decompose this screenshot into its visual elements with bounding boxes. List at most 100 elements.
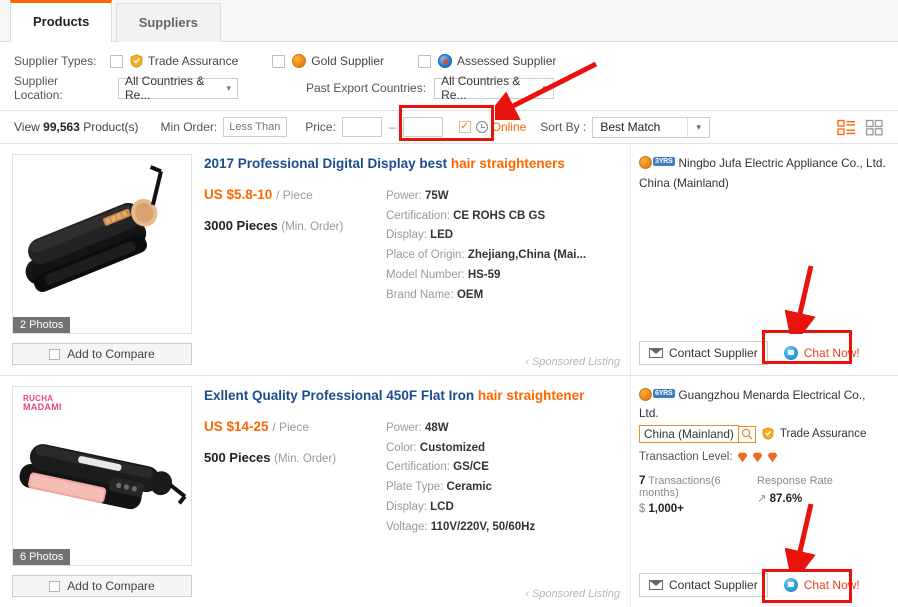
supplier-action-buttons: Contact Supplier Chat Now! xyxy=(639,573,869,597)
trade-assurance-checkbox[interactable] xyxy=(110,54,123,68)
supplier-location-value: All Countries & Re... xyxy=(125,74,205,102)
attr-value: 110V/220V, 50/60Hz xyxy=(430,520,536,533)
gold-supplier-icon xyxy=(292,54,307,68)
gold-supplier-checkbox[interactable] xyxy=(272,54,286,68)
min-order-input[interactable] xyxy=(223,117,288,137)
attr-value: Customized xyxy=(419,441,486,454)
trade-assurance-label: Trade Assurance xyxy=(148,54,239,68)
supplier-types-row: Supplier Types: Trade Assurance Gold Sup… xyxy=(14,50,884,72)
price-min-input[interactable] xyxy=(341,117,382,137)
attr-row: Model Number: HS-59 xyxy=(386,266,616,286)
moq-value: 3000 Pieces xyxy=(204,217,278,233)
assessed-supplier-label: Assessed Supplier xyxy=(457,54,557,68)
chat-now-button[interactable]: Chat Now! xyxy=(774,573,869,597)
add-to-compare-label: Add to Compare xyxy=(67,347,155,361)
product-title-main: 2017 Professional Digital Display best xyxy=(204,156,451,171)
supplier-location: China (Mainland) xyxy=(639,425,739,444)
min-order-quantity: 500 Pieces (Min. Order) xyxy=(204,450,386,465)
search-icon[interactable] xyxy=(738,425,756,443)
moq-value: 500 Pieces xyxy=(204,449,271,465)
product-thumbnail[interactable]: 2 Photos xyxy=(12,154,192,334)
attr-key: Plate Type: xyxy=(386,481,444,494)
online-checkbox[interactable]: ✓ xyxy=(458,121,471,133)
sort-by-value: Best Match xyxy=(600,120,661,134)
product-row: RUCHA MADAMI 6 Photos Add to Compare Exl… xyxy=(0,376,898,607)
price-label: Price: xyxy=(305,120,336,134)
product-title[interactable]: Exllent Quality Professional 450F Flat I… xyxy=(204,388,616,405)
product-title-highlight: hair straightener xyxy=(477,388,585,403)
online-filter[interactable]: ✓ Online xyxy=(458,120,527,134)
product-detail-columns: US $5.8-10 / Piece 3000 Pieces (Min. Ord… xyxy=(204,187,616,306)
attr-row: Display: LCD xyxy=(386,498,616,518)
supplier-column: 3YRS Ningbo Jufa Electric Appliance Co., … xyxy=(630,144,898,375)
attr-key: Power: xyxy=(386,189,422,202)
chat-now-button[interactable]: Chat Now! xyxy=(774,341,869,365)
product-attributes: Power: 75W Certification: CE ROHS CB GS … xyxy=(386,187,616,306)
contact-supplier-label: Contact Supplier xyxy=(669,346,758,360)
price-unit: / Piece xyxy=(272,419,309,434)
assessed-supplier-checkbox[interactable] xyxy=(418,54,431,68)
chevron-down-icon: ▾ xyxy=(687,117,709,137)
attr-key: Model Number: xyxy=(386,268,465,281)
assessed-supplier-icon xyxy=(438,54,452,68)
supplier-info: 6YRS Guangzhou Menarda Electrical Co., Lt… xyxy=(639,387,886,422)
contact-supplier-button[interactable]: Contact Supplier xyxy=(639,341,768,365)
filter-assessed-supplier[interactable]: Assessed Supplier xyxy=(418,54,556,68)
attr-row: Plate Type: Ceramic xyxy=(386,478,616,498)
tradementor-chat-icon xyxy=(783,346,798,360)
min-order-label: Min Order: xyxy=(160,120,218,134)
envelope-icon xyxy=(649,580,663,590)
supplier-info: 3YRS Ningbo Jufa Electric Appliance Co., … xyxy=(639,155,886,173)
filter-trade-assurance[interactable]: Trade Assurance xyxy=(110,54,238,68)
trade-assurance-tag: Trade Assurance xyxy=(762,427,866,441)
supplier-action-buttons: Contact Supplier Chat Now! xyxy=(639,341,869,365)
product-title[interactable]: 2017 Professional Digital Display best h… xyxy=(204,156,616,173)
grid-view-icon[interactable] xyxy=(865,118,884,137)
location-row: Supplier Location: All Countries & Re...… xyxy=(14,74,884,102)
product-title-highlight: hair straighteners xyxy=(450,156,565,171)
add-to-compare-label: Add to Compare xyxy=(67,579,155,593)
past-export-select[interactable]: All Countries & Re... ▾ xyxy=(434,74,555,102)
transactions-label: Transactions(6 months) xyxy=(639,475,721,500)
sort-by-label: Sort By : xyxy=(540,120,587,134)
chat-now-label: Chat Now! xyxy=(803,578,860,592)
supplier-types-label: Supplier Types: xyxy=(14,54,97,68)
attr-key: Voltage: xyxy=(386,520,428,533)
product-info-column: Exllent Quality Professional 450F Flat I… xyxy=(196,376,630,607)
price-range-dash: – xyxy=(388,120,396,134)
sponsored-text: Sponsored Listing xyxy=(531,588,620,600)
supplier-location-label: Supplier Location: xyxy=(14,74,63,102)
tab-products-label: Products xyxy=(33,14,90,29)
filter-gold-supplier[interactable]: Gold Supplier xyxy=(272,54,384,68)
supplier-name[interactable]: Ningbo Jufa Electric Appliance Co., Ltd. xyxy=(679,156,886,170)
product-image-column: 2 Photos Add to Compare xyxy=(0,144,196,375)
transactions-line: 7 Transactions(6 months) xyxy=(639,475,757,499)
add-to-compare-button[interactable]: Add to Compare xyxy=(12,343,192,365)
search-results-page: Products Suppliers Supplier Types: Trade… xyxy=(0,0,898,607)
trend-arrow-icon: ↗ xyxy=(757,493,767,506)
attr-value: Ceramic xyxy=(446,481,492,494)
supplier-location-select[interactable]: All Countries & Re... ▾ xyxy=(118,74,238,102)
chevron-down-icon: ▾ xyxy=(226,82,231,93)
price-max-input[interactable] xyxy=(402,117,443,137)
diamond-icon xyxy=(767,452,778,463)
supplier-column: 6YRS Guangzhou Menarda Electrical Co., Lt… xyxy=(630,376,898,607)
moq-note: (Min. Order) xyxy=(281,220,344,233)
contact-supplier-button[interactable]: Contact Supplier xyxy=(639,573,768,597)
attr-value: 48W xyxy=(425,421,449,434)
transactions-stat: 7 Transactions(6 months) $1,000+ xyxy=(639,475,757,515)
add-to-compare-button[interactable]: Add to Compare xyxy=(12,575,192,597)
attr-row: Color: Customized xyxy=(386,439,616,459)
compare-checkbox[interactable] xyxy=(49,580,61,592)
list-view-icon[interactable] xyxy=(837,118,856,137)
photo-count-badge: 2 Photos xyxy=(13,317,71,333)
online-label: Online xyxy=(491,120,527,134)
diamond-icon xyxy=(752,452,763,463)
product-thumbnail[interactable]: RUCHA MADAMI 6 Photos xyxy=(12,386,192,566)
sort-by-select[interactable]: Best Match ▾ xyxy=(592,116,711,138)
compare-checkbox[interactable] xyxy=(49,348,61,360)
tab-suppliers[interactable]: Suppliers xyxy=(115,3,221,42)
tab-products[interactable]: Products xyxy=(10,0,113,42)
attr-key: Color: xyxy=(386,441,417,454)
gold-supplier-label: Gold Supplier xyxy=(311,54,384,68)
